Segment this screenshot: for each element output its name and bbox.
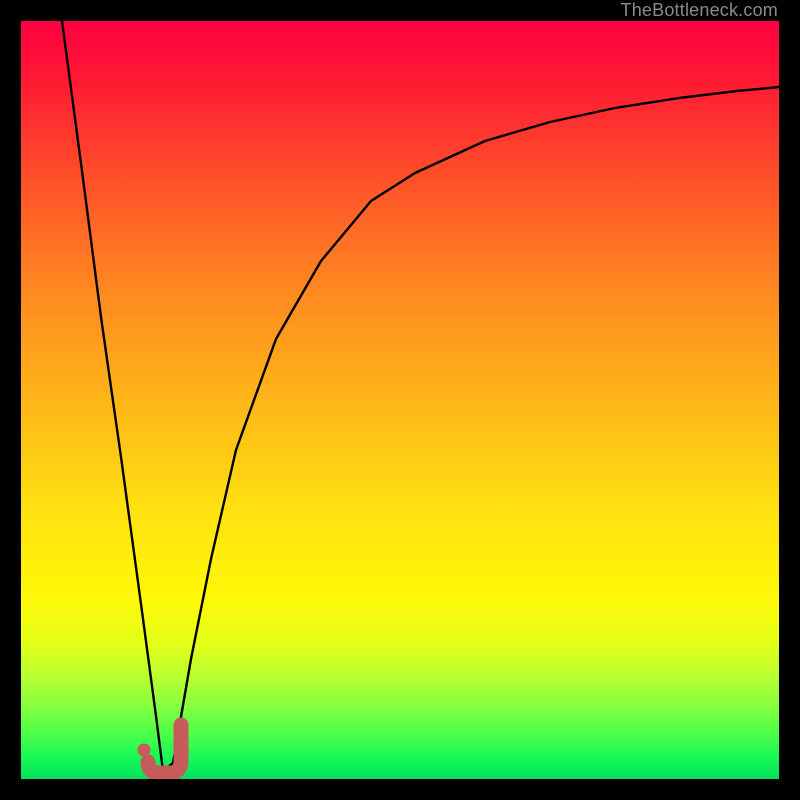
plot-area <box>21 21 779 779</box>
j-marker <box>21 21 779 779</box>
marker-dot <box>138 744 151 757</box>
chart-frame: TheBottleneck.com <box>0 0 800 800</box>
watermark-text: TheBottleneck.com <box>621 0 778 21</box>
